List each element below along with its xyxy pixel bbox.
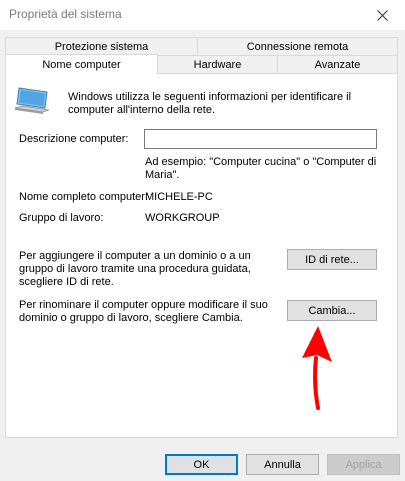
network-text-line-3: scegliere ID di rete. <box>19 276 114 288</box>
tab-hardware[interactable]: Hardware <box>157 55 278 73</box>
apply-button-label: Applica <box>345 458 382 471</box>
ok-button[interactable]: OK <box>165 454 238 475</box>
description-label: Descrizione computer: <box>19 133 129 145</box>
apply-button[interactable]: Applica <box>327 454 400 475</box>
fullname-label: Nome completo computer: <box>19 191 148 203</box>
change-button-label: Cambia... <box>308 304 356 317</box>
example-line-1: Ad esempio: "Computer cucina" o "Compute… <box>145 156 377 168</box>
intro-line-2: computer all'interno della rete. <box>68 104 216 116</box>
cancel-button[interactable]: Annulla <box>246 454 319 475</box>
intro-line-1: Windows utilizza le seguenti informazion… <box>68 91 352 103</box>
tab-label: Connessione remota <box>246 40 349 53</box>
tab-label: Protezione sistema <box>54 40 149 53</box>
change-button[interactable]: Cambia... <box>287 300 377 321</box>
rename-text-line-2: dominio o gruppo di lavoro, scegliere Ca… <box>19 312 243 324</box>
tab-label: Avanzate <box>314 58 361 71</box>
rename-text-line-1: Per rinominare il computer oppure modifi… <box>19 299 268 311</box>
tab-nome-computer[interactable]: Nome computer <box>5 54 158 74</box>
ok-button-label: OK <box>193 458 210 471</box>
workgroup-value: WORKGROUP <box>145 212 220 224</box>
description-input[interactable] <box>144 129 377 149</box>
tab-label: Nome computer <box>42 58 121 71</box>
computer-icon-wrapper <box>13 86 51 119</box>
annotation-arrow-wrapper <box>296 322 346 413</box>
example-line-2: Maria". <box>145 169 180 181</box>
title-bar: Proprietà del sistema <box>0 0 405 30</box>
tab-connessione-remota[interactable]: Connessione remota <box>197 37 398 55</box>
workgroup-label: Gruppo di lavoro: <box>19 212 104 224</box>
window-title: Proprietà del sistema <box>9 7 122 21</box>
network-id-button[interactable]: ID di rete... <box>287 249 377 270</box>
fullname-value: MICHELE-PC <box>145 191 213 203</box>
computer-monitor-icon <box>14 87 50 114</box>
network-text-line-1: Per aggiungere il computer a un dominio … <box>19 250 251 262</box>
tab-label: Hardware <box>193 58 242 71</box>
close-icon <box>376 9 388 21</box>
tab-avanzate[interactable]: Avanzate <box>277 55 398 73</box>
network-id-button-label: ID di rete... <box>305 253 359 266</box>
red-arrow-icon <box>302 326 332 410</box>
close-button[interactable] <box>359 0 405 30</box>
tab-protezione-sistema[interactable]: Protezione sistema <box>5 37 198 55</box>
network-text-line-2: gruppo di lavoro tramite una procedura g… <box>19 263 251 275</box>
cancel-button-label: Annulla <box>264 458 301 471</box>
